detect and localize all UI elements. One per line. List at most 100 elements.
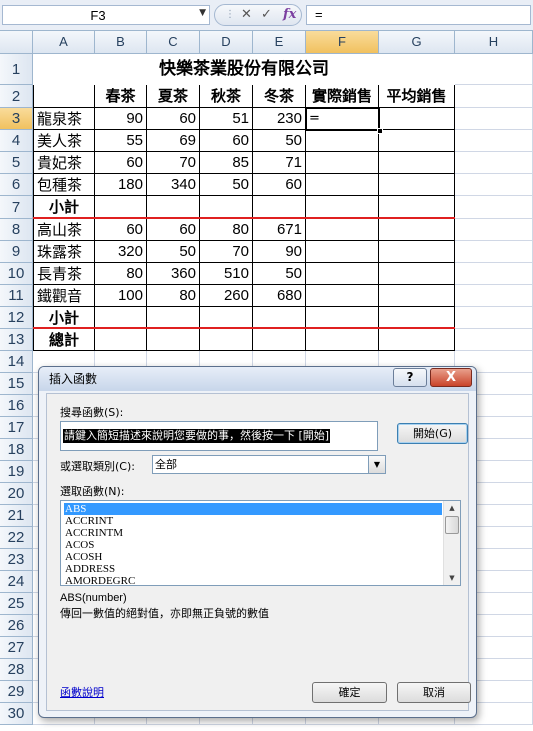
row-header[interactable]: 17 [0, 417, 33, 439]
cell[interactable] [455, 219, 533, 241]
cell[interactable] [455, 329, 533, 351]
cell[interactable] [455, 307, 533, 329]
cancel-icon[interactable]: ✕ [241, 7, 252, 22]
cell[interactable] [379, 152, 455, 174]
cell[interactable] [147, 196, 200, 219]
cell[interactable] [379, 174, 455, 196]
tea-name[interactable]: 長青茶 [33, 263, 95, 285]
column-header-h[interactable]: H [455, 31, 533, 54]
row-header[interactable]: 24 [0, 571, 33, 593]
function-list-item[interactable]: ABS [64, 503, 442, 515]
function-help-link[interactable]: 函數說明 [60, 684, 104, 700]
row-header[interactable]: 23 [0, 549, 33, 571]
column-heading[interactable]: 平均銷售 [379, 85, 455, 108]
value-cell[interactable]: 320 [95, 241, 147, 263]
cell[interactable] [253, 196, 306, 219]
value-cell[interactable]: 230 [253, 108, 306, 130]
tea-name[interactable]: 珠露茶 [33, 241, 95, 263]
value-cell[interactable]: 85 [200, 152, 253, 174]
cell[interactable] [455, 263, 533, 285]
cell[interactable] [379, 263, 455, 285]
cell[interactable] [379, 241, 455, 263]
cell[interactable] [455, 54, 533, 85]
tea-name[interactable]: 包種茶 [33, 174, 95, 196]
value-cell[interactable]: 90 [95, 108, 147, 130]
function-list-item[interactable]: ACOSH [64, 551, 102, 563]
help-icon[interactable]: ? [393, 368, 427, 387]
search-function-input[interactable]: 請鍵入簡短描述來說明您要做的事，然後按一下 [開始] [60, 421, 378, 451]
function-list[interactable]: ABS ACCRINT ACCRINTM ACOS ACOSH ADDRESS AMORDE… [60, 500, 461, 587]
tea-name[interactable]: 鐵觀音 [33, 285, 95, 307]
go-button[interactable]: 開始(G) [397, 423, 468, 444]
row-header[interactable]: 3 [0, 108, 33, 130]
cell[interactable] [95, 196, 147, 219]
cell[interactable] [306, 219, 379, 241]
row-header[interactable]: 20 [0, 483, 33, 505]
column-header-d[interactable]: D [200, 31, 253, 54]
cell[interactable] [306, 196, 379, 219]
row-header[interactable]: 18 [0, 439, 33, 461]
column-heading[interactable]: 秋茶 [200, 85, 253, 108]
function-list-item[interactable]: AMORDEGRC [64, 575, 135, 587]
total-label[interactable]: 總計 [33, 329, 95, 351]
cell[interactable] [200, 329, 253, 351]
function-list-scrollbar[interactable]: ▲ ▼ [443, 501, 460, 585]
row-header[interactable]: 10 [0, 263, 33, 285]
cell[interactable] [306, 174, 379, 196]
row-header[interactable]: 12 [0, 307, 33, 329]
function-list-item[interactable]: ACCRINTM [64, 527, 123, 539]
tea-name[interactable]: 高山茶 [33, 219, 95, 241]
value-cell[interactable]: 60 [95, 219, 147, 241]
value-cell[interactable]: 80 [200, 219, 253, 241]
row-header[interactable]: 21 [0, 505, 33, 527]
row-header[interactable]: 14 [0, 351, 33, 373]
cell[interactable] [455, 285, 533, 307]
cell[interactable] [455, 152, 533, 174]
tea-name[interactable]: 美人茶 [33, 130, 95, 152]
row-header[interactable]: 8 [0, 219, 33, 241]
cell[interactable] [379, 307, 455, 329]
cell[interactable] [455, 174, 533, 196]
cell[interactable] [306, 130, 379, 152]
column-header-e[interactable]: E [253, 31, 306, 54]
enter-icon[interactable]: ✓ [261, 7, 272, 22]
cell[interactable] [95, 329, 147, 351]
value-cell[interactable]: 100 [95, 285, 147, 307]
cell[interactable] [200, 307, 253, 329]
value-cell[interactable]: 80 [147, 285, 200, 307]
cell[interactable] [306, 152, 379, 174]
tea-name[interactable]: 龍泉茶 [33, 108, 95, 130]
cell[interactable] [455, 130, 533, 152]
value-cell[interactable]: 360 [147, 263, 200, 285]
cell[interactable] [253, 329, 306, 351]
row-header[interactable]: 22 [0, 527, 33, 549]
column-heading[interactable]: 夏茶 [147, 85, 200, 108]
cell[interactable] [95, 307, 147, 329]
value-cell[interactable]: 50 [253, 130, 306, 152]
corner-cell[interactable] [33, 85, 95, 108]
row-header[interactable]: 16 [0, 395, 33, 417]
function-list-item[interactable]: ACOS [64, 539, 94, 551]
row-header[interactable]: 11 [0, 285, 33, 307]
chevron-down-icon[interactable]: ▼ [199, 8, 206, 18]
cell[interactable] [306, 241, 379, 263]
value-cell[interactable]: 60 [95, 152, 147, 174]
row-header[interactable]: 19 [0, 461, 33, 483]
value-cell[interactable]: 70 [147, 152, 200, 174]
row-header[interactable]: 2 [0, 85, 33, 108]
value-cell[interactable]: 60 [200, 130, 253, 152]
row-header[interactable]: 4 [0, 130, 33, 152]
cell[interactable] [253, 307, 306, 329]
cell[interactable] [455, 241, 533, 263]
scroll-down-icon[interactable]: ▼ [444, 572, 460, 584]
cell[interactable] [379, 196, 455, 219]
cell[interactable] [147, 307, 200, 329]
fill-handle[interactable] [377, 128, 383, 134]
cell[interactable] [379, 130, 455, 152]
name-box[interactable]: F3 ▼ [2, 5, 210, 25]
select-all-corner[interactable] [0, 31, 33, 54]
value-cell[interactable]: 510 [200, 263, 253, 285]
row-header[interactable]: 7 [0, 196, 33, 219]
cell[interactable] [306, 263, 379, 285]
column-heading[interactable]: 春茶 [95, 85, 147, 108]
